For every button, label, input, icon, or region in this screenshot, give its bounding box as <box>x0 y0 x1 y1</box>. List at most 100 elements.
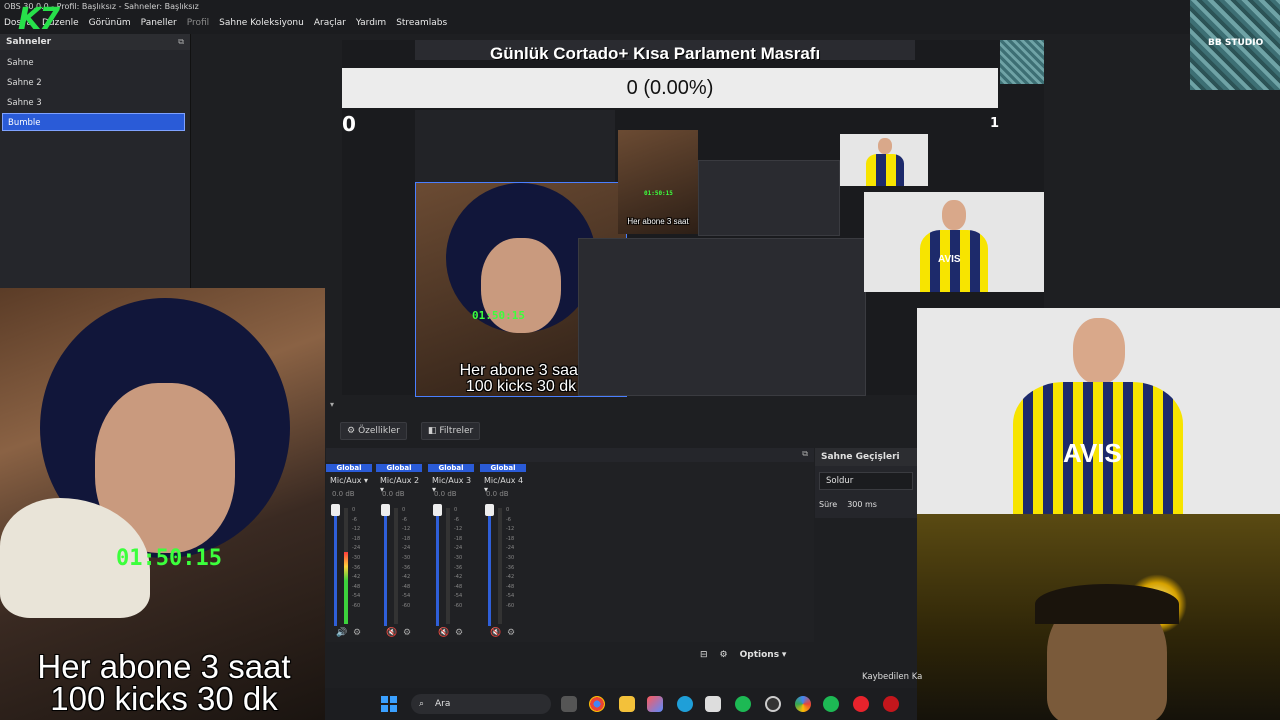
menu-docks[interactable]: Paneller <box>141 18 177 28</box>
store-icon[interactable] <box>705 696 721 712</box>
windows-start-icon[interactable] <box>381 696 397 712</box>
meter-tick-label: -18 <box>454 535 463 542</box>
meter-tick-label: -54 <box>402 593 411 600</box>
meter-tick-label: -60 <box>454 602 463 609</box>
taskbar: ⌕ Ara <box>325 688 917 720</box>
goal-progress-bar: 0 (0.00%) <box>342 68 998 108</box>
avis-logo: AVIS <box>1063 438 1122 468</box>
scene-transitions-panel: Sahne Geçişleri Soldur Süre 300 ms <box>815 448 917 518</box>
file-explorer-icon[interactable] <box>619 696 635 712</box>
nested-obs-panel <box>578 238 866 396</box>
menu-scene-collection[interactable]: Sahne Koleksiyonu <box>219 18 304 28</box>
search-placeholder: Ara <box>435 699 451 709</box>
streamer-hair <box>1035 584 1179 624</box>
undock-icon[interactable]: ⧉ <box>178 37 184 47</box>
chrome-icon-2[interactable] <box>795 696 811 712</box>
scene-item-sahne[interactable]: Sahne <box>2 54 185 72</box>
collapse-arrow-icon[interactable]: ▾ <box>326 400 920 410</box>
fader-handle[interactable] <box>485 504 494 516</box>
nested-timer-2: 01:50:15 <box>644 190 673 197</box>
audio-mixer: Global Mic/Aux ▾ 0.0 dB 0 -6 -12 -18 -24 -30 -… <box>326 462 814 642</box>
properties-button[interactable]: ⚙ Özellikler <box>340 422 407 440</box>
studio-label: BB STUDIO <box>1208 38 1264 48</box>
fader-handle[interactable] <box>433 504 442 516</box>
layout-icon[interactable]: ⊟ <box>700 650 708 660</box>
duration-input[interactable]: 300 ms <box>847 500 877 509</box>
obs-icon[interactable] <box>765 696 781 712</box>
meter-tick-label: 0 <box>454 507 458 513</box>
menu-streamlabs[interactable]: Streamlabs <box>396 18 447 28</box>
scenes-panel: Sahneler ⧉ Sahne Sahne 2 Sahne 3 Bumble <box>0 34 191 288</box>
fader-track[interactable] <box>334 506 337 626</box>
fader-track[interactable] <box>436 506 439 626</box>
muted-speaker-icon[interactable]: 🔇 <box>438 628 449 638</box>
undock-icon[interactable]: ⧉ <box>802 449 808 459</box>
advanced-settings-icon[interactable]: ⚙ <box>720 650 728 660</box>
app-icon-red[interactable] <box>883 696 899 712</box>
scene-item-sahne-2[interactable]: Sahne 2 <box>2 74 185 92</box>
meter-tick-label: -6 <box>352 516 357 523</box>
fader-track[interactable] <box>384 506 387 626</box>
fader-track[interactable] <box>488 506 491 626</box>
taskbar-search[interactable]: ⌕ Ara <box>411 694 551 714</box>
settings-icon[interactable]: ⚙ <box>455 628 463 638</box>
meter-tick-label: -18 <box>506 535 515 542</box>
transitions-header: Sahne Geçişleri <box>815 448 917 466</box>
meter-tick-label: -36 <box>402 564 411 571</box>
copilot-icon[interactable] <box>647 696 663 712</box>
meter-tick-label: -36 <box>454 564 463 571</box>
menu-help[interactable]: Yardım <box>356 18 386 28</box>
player-head <box>878 138 892 154</box>
meter-tick-label: -48 <box>506 583 515 590</box>
scene-item-sahne-3[interactable]: Sahne 3 <box>2 94 185 112</box>
fader-handle[interactable] <box>331 504 340 516</box>
meter-ticks: 0 -6 -12 -18 -24 -30 -36 -42 -48 -54 -60 <box>506 506 514 612</box>
opera-icon[interactable] <box>853 696 869 712</box>
spotify-icon[interactable] <box>735 696 751 712</box>
spotify-icon-2[interactable] <box>823 696 839 712</box>
filters-button[interactable]: ◧ Filtreler <box>420 422 481 440</box>
muted-speaker-icon[interactable]: 🔇 <box>386 628 397 638</box>
chrome-icon[interactable] <box>589 696 605 712</box>
level-meter-fill <box>344 552 348 624</box>
menu-profile[interactable]: Profil <box>187 18 209 28</box>
meter-tick-label: -42 <box>402 574 411 581</box>
fader-handle[interactable] <box>381 504 390 516</box>
overlay-line1: Her abone 3 saat <box>37 648 291 685</box>
logo-text: K7 <box>18 2 60 37</box>
meter-tick-label: -24 <box>352 545 361 552</box>
level-meter <box>344 508 348 624</box>
settings-icon[interactable]: ⚙ <box>353 628 361 638</box>
scene-item-bumble[interactable]: Bumble <box>2 113 185 131</box>
meter-tick-label: -6 <box>402 516 407 523</box>
player-cam: AVIS <box>917 308 1280 514</box>
menu-tools[interactable]: Araçlar <box>314 18 346 28</box>
speaker-icon[interactable]: 🔊 <box>336 628 347 638</box>
settings-icon[interactable]: ⚙ <box>403 628 411 638</box>
avis-logo: AVIS <box>938 254 961 265</box>
channel-db: 0.0 dB <box>382 490 405 498</box>
settings-icon[interactable]: ⚙ <box>507 628 515 638</box>
task-view-icon[interactable] <box>561 696 577 712</box>
channel-db: 0.0 dB <box>486 490 509 498</box>
source-tabs: ⚙ Özellikler ◧ Filtreler <box>330 420 925 442</box>
player-head <box>942 200 966 230</box>
channel-global-tag: Global <box>428 464 474 472</box>
edge-icon[interactable] <box>677 696 693 712</box>
meter-tick-label: -36 <box>352 564 361 571</box>
streamer-webcam <box>917 514 1280 720</box>
menu-view[interactable]: Görünüm <box>89 18 131 28</box>
nested-studio-badge <box>1000 40 1044 84</box>
meter-ticks: 0 -6 -12 -18 -24 -30 -36 -42 -48 -54 -60 <box>402 506 410 612</box>
level-meter <box>498 508 502 624</box>
meter-tick-label: -42 <box>352 574 361 581</box>
meter-tick-label: -30 <box>402 554 411 561</box>
options-button[interactable]: Options ▾ <box>740 650 787 660</box>
meter-tick-label: -24 <box>506 545 515 552</box>
mixer-header: ⧉ <box>326 448 814 462</box>
muted-speaker-icon[interactable]: 🔇 <box>490 628 501 638</box>
channel-name[interactable]: Mic/Aux ▾ <box>330 476 368 485</box>
mixer-channel-1: Global Mic/Aux ▾ 0.0 dB 0 -6 -12 -18 -24 -30 -… <box>326 462 374 642</box>
transition-type-select[interactable]: Soldur <box>819 472 913 490</box>
goal-min-label: 0 <box>342 112 356 136</box>
